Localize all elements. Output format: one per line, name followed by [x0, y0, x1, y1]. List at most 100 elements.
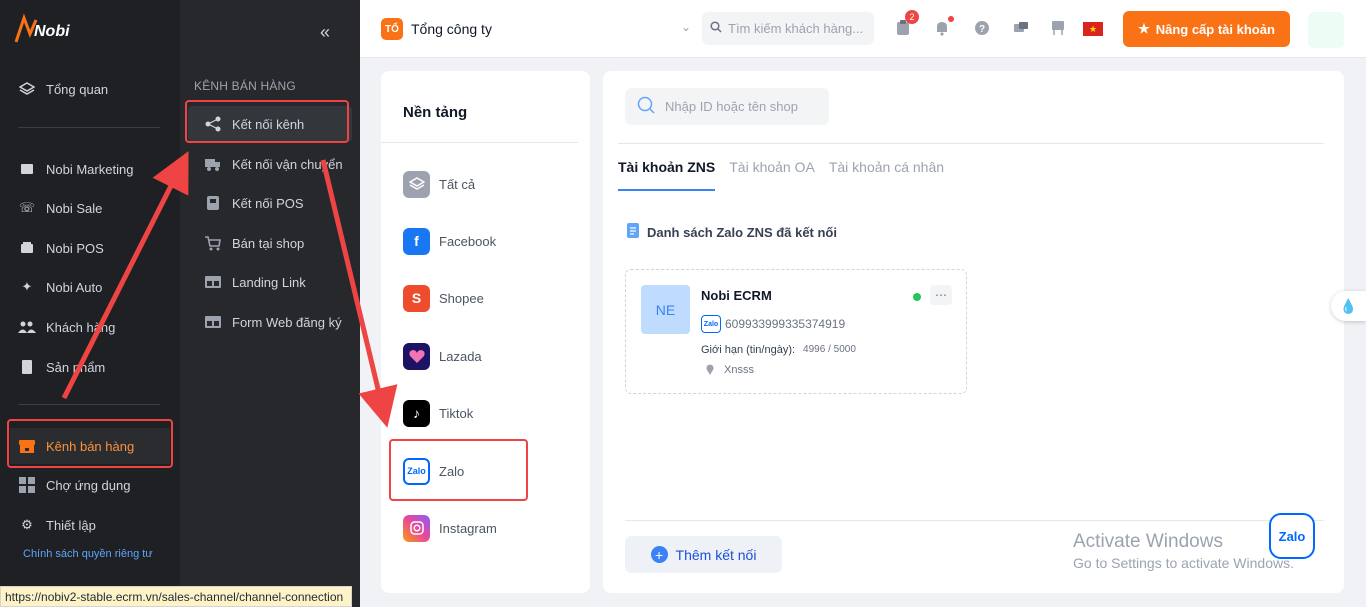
company-name: Tổng công ty [411, 21, 492, 37]
feedback-icon[interactable] [1048, 18, 1068, 38]
account-tabs: Tài khoản ZNS Tài khoản OA Tài khoản cá … [618, 159, 944, 191]
svg-text:?: ? [979, 24, 985, 35]
sidebar-item-marketing[interactable]: Nobi Marketing [0, 151, 180, 187]
svg-text:Nobi: Nobi [34, 23, 70, 40]
platform-label: Lazada [439, 348, 482, 364]
list-title-text: Danh sách Zalo ZNS đã kết nối [647, 224, 837, 240]
submenu-item-shipping[interactable]: Kết nối vận chuyển [188, 146, 352, 182]
platform-item-all[interactable]: Tất cả [403, 169, 475, 199]
submenu-item-in-store[interactable]: Bán tại shop [188, 225, 352, 261]
more-options-button[interactable]: ⋯ [930, 285, 952, 305]
sidebar-item-app-market[interactable]: Chợ ứng dụng [0, 467, 180, 503]
platform-label: Tiktok [439, 405, 474, 421]
layers-icon [18, 80, 36, 98]
notification-dot [948, 16, 954, 22]
submenu-item-landing-link[interactable]: Landing Link [188, 264, 352, 300]
add-connection-label: Thêm kết nối [675, 546, 757, 563]
help-icon[interactable]: ? [972, 18, 992, 38]
truck-icon [204, 155, 222, 173]
sidebar-item-overview[interactable]: Tổng quan [0, 71, 180, 107]
platform-item-facebook[interactable]: f Facebook [403, 226, 496, 256]
add-connection-button[interactable]: + Thêm kết nối [625, 536, 782, 573]
platform-item-tiktok[interactable]: ♪ Tiktok [403, 398, 473, 428]
pos-icon [18, 239, 36, 257]
limit-value: 4996 / 5000 [803, 344, 856, 355]
location-text: Xnsss [724, 364, 754, 376]
lazada-icon [403, 342, 430, 370]
tab-zns[interactable]: Tài khoản ZNS [618, 159, 716, 191]
bell-icon[interactable] [932, 16, 954, 38]
assistant-float-icon[interactable]: 💧 [1331, 291, 1366, 321]
account-avatar: NE [641, 285, 690, 334]
platform-label: Tất cả [439, 176, 476, 192]
sidebar-divider [18, 404, 160, 405]
company-badge: TỔ [381, 18, 403, 40]
pos-terminal-icon [204, 194, 222, 212]
sidebar-divider [18, 127, 160, 128]
zalo-chat-float-button[interactable]: Zalo [1269, 513, 1315, 559]
highlight-zalo [389, 439, 528, 501]
sidebar-item-label: Chợ ứng dụng [46, 477, 131, 493]
platform-panel: Nền tảng Tất cả f Facebook S Shopee Laza… [381, 71, 590, 593]
customer-search-input[interactable]: Tìm kiếm khách hàng... [702, 12, 874, 45]
sidebar-item-auto[interactable]: ✦ Nobi Auto [0, 269, 180, 305]
shop-search-input[interactable]: Nhập ID hoặc tên shop [625, 88, 829, 125]
footer-divider [625, 520, 1324, 521]
vietnam-flag-icon[interactable]: ★ [1083, 22, 1103, 36]
sidebar-item-label: Sản phẩm [46, 359, 106, 375]
submenu-item-label: Form Web đăng ký [232, 314, 342, 330]
status-indicator [913, 293, 921, 301]
main-content: Nhập ID hoặc tên shop Tài khoản ZNS Tài … [603, 71, 1344, 593]
instagram-icon [403, 514, 430, 542]
platform-item-shopee[interactable]: S Shopee [403, 283, 484, 313]
chat-support-icon[interactable] [1011, 18, 1031, 38]
sidebar-item-customers[interactable]: Khách hàng [0, 309, 180, 345]
zns-account-card[interactable]: NE Nobi ECRM ⋯ Zalo 609933999335374919 G… [625, 269, 967, 394]
zalo-icon: Zalo [701, 315, 721, 333]
sidebar-item-products[interactable]: Sản phẩm [0, 349, 180, 385]
highlight-sales-channel [7, 419, 173, 468]
tab-oa[interactable]: Tài khoản OA [729, 159, 815, 191]
users-icon [18, 318, 36, 336]
main-divider [618, 143, 1324, 144]
sidebar-item-settings[interactable]: ⚙ Thiết lập [0, 507, 180, 543]
sidebar-item-sale[interactable]: ☏ Nobi Sale [0, 190, 180, 226]
sidebar-item-label: Thiết lập [46, 517, 96, 533]
list-title: Danh sách Zalo ZNS đã kết nối [627, 223, 837, 241]
submenu-item-label: Bán tại shop [232, 235, 305, 251]
plus-icon: + [650, 546, 668, 563]
double-chevron-left-icon[interactable]: « [320, 22, 330, 43]
submenu-item-web-form[interactable]: Form Web đăng ký [188, 304, 352, 340]
clipboard-icon[interactable]: 2 [893, 10, 919, 38]
form-icon [204, 313, 222, 331]
platform-divider [381, 142, 578, 143]
top-bar: TỔ Tổng công ty ⌄ Tìm kiếm khách hàng...… [360, 0, 1366, 58]
star-icon: ★ [1138, 21, 1150, 36]
nobi-logo[interactable]: Nobi [12, 12, 82, 48]
list-icon [627, 223, 639, 241]
company-selector[interactable]: TỔ Tổng công ty ⌄ [381, 14, 699, 44]
platform-label: Instagram [439, 520, 497, 536]
account-id: 609933999335374919 [725, 317, 846, 331]
submenu-item-label: Kết nối POS [232, 195, 304, 211]
tab-personal[interactable]: Tài khoản cá nhân [829, 159, 944, 191]
chevron-down-icon: ⌄ [680, 20, 691, 34]
search-placeholder: Tìm kiếm khách hàng... [728, 21, 864, 36]
inbox-icon [18, 160, 36, 178]
account-name: Nobi ECRM [701, 288, 772, 303]
privacy-policy-link[interactable]: Chính sách quyền riêng tư [23, 548, 153, 560]
shopee-icon: S [403, 284, 430, 312]
platform-item-lazada[interactable]: Lazada [403, 341, 482, 371]
sidebar-item-pos[interactable]: Nobi POS [0, 230, 180, 266]
upgrade-label: Nâng cấp tài khoản [1155, 21, 1275, 37]
message-limit: Giới hạn (tin/ngày): 4996 / 5000 [701, 344, 856, 356]
upgrade-account-button[interactable]: ★ Nâng cấp tài khoản [1123, 11, 1290, 47]
avatar[interactable] [1308, 12, 1344, 48]
platform-item-instagram[interactable]: Instagram [403, 513, 497, 543]
account-id-row: Zalo 609933999335374919 [701, 315, 845, 333]
status-url: https://nobiv2-stable.ecrm.vn/sales-chan… [0, 586, 352, 607]
platform-title: Nền tảng [403, 104, 468, 121]
submenu-item-pos-connection[interactable]: Kết nối POS [188, 185, 352, 221]
tiktok-icon: ♪ [403, 399, 430, 427]
sidebar-item-label: Nobi Auto [46, 279, 103, 295]
